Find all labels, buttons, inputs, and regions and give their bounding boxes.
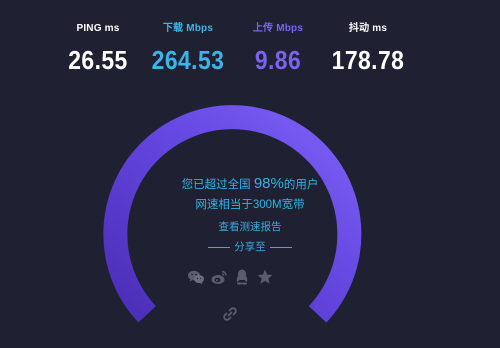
divider-right [269,246,292,248]
share-to-label: 分享至 [130,240,370,254]
chain-link-icon[interactable] [222,306,238,322]
wechat-icon[interactable] [187,268,205,286]
beat-prefix: 您已超过全国 [181,179,251,191]
beat-percent: 98% [253,175,284,192]
qq-icon[interactable] [233,268,251,286]
qzone-star-icon[interactable] [256,268,274,286]
equivalent-bandwidth-text: 网速相当于300M宽带 [195,199,305,211]
weibo-icon[interactable] [210,268,228,286]
share-to-text: 分享至 [234,241,266,253]
share-icons-row [183,268,283,288]
view-report-link[interactable]: 查看测速报告 [130,220,370,234]
divider-left [208,246,231,248]
beat-percentage-text: 您已超过全国 98%的用户 [130,174,370,195]
speed-test-result-screen: PING ms 26.55 下载 Mbps 264.53 上传 Mbps 9.8… [0,0,500,348]
beat-suffix: 的用户 [283,179,319,191]
